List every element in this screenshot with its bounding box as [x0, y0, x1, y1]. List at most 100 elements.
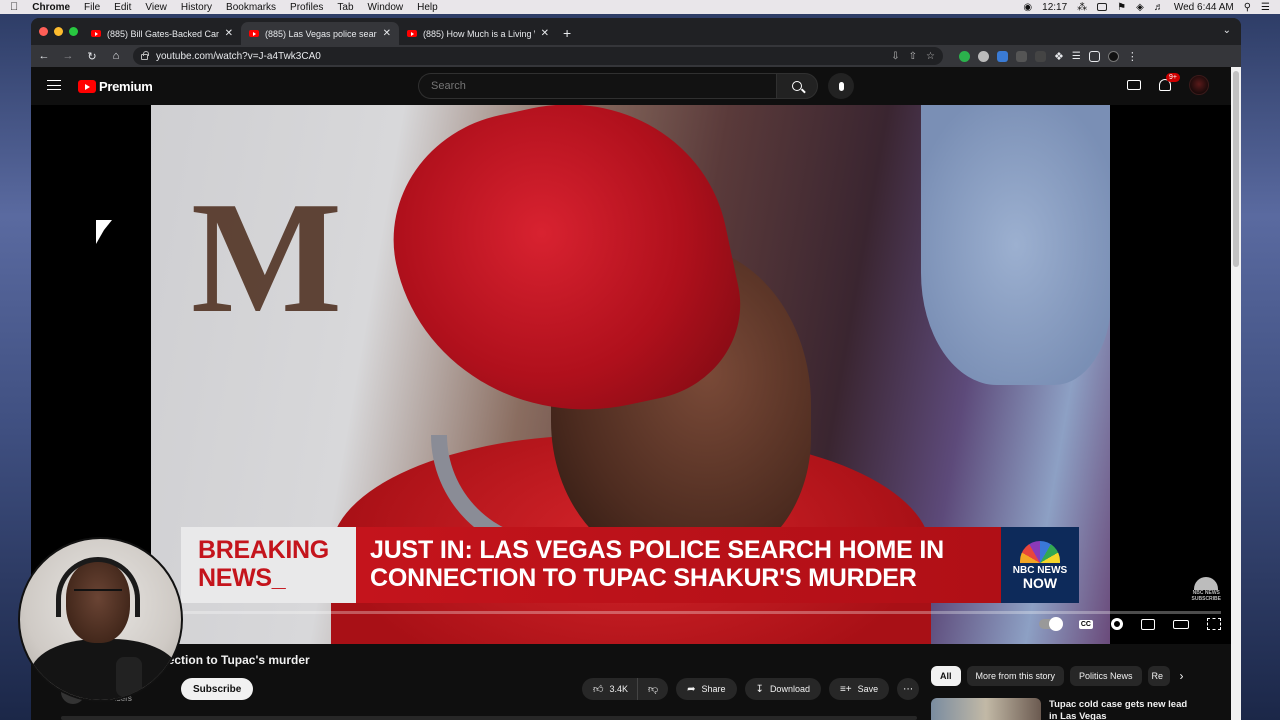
fullscreen-icon[interactable] [1207, 618, 1221, 630]
search-button[interactable] [776, 73, 818, 99]
omnibox-actions: ⇩ ⇧ ☆ [891, 51, 935, 62]
download-icon: ↧ [755, 683, 764, 695]
account-avatar[interactable] [1189, 75, 1209, 95]
record-icon[interactable]: ◉ [1023, 2, 1032, 13]
control-center-icon[interactable]: ☰ [1261, 2, 1270, 13]
blue-extension-icon[interactable] [997, 50, 1008, 62]
save-button[interactable]: ≡+ Save [828, 678, 890, 700]
url-text[interactable]: youtube.com/watch?v=J-a4Twk3CA0 [156, 51, 321, 62]
bluetooth-icon[interactable]: ⁂ [1077, 2, 1087, 13]
breaking-line-2: NEWS_ [198, 564, 286, 592]
menu-view[interactable]: View [145, 2, 167, 13]
chrome-window: (885) Bill Gates-Backed Carbo ✕ (885) La… [31, 18, 1241, 720]
recommendation-title-line-2[interactable]: in Las Vegas [1049, 711, 1199, 720]
spotlight-icon[interactable]: ⚲ [1244, 2, 1251, 13]
grammarly-extension-icon[interactable] [959, 50, 970, 62]
nbc-now: NOW [1022, 574, 1058, 591]
install-icon[interactable]: ⇩ [891, 51, 899, 62]
create-video-icon[interactable] [1127, 80, 1141, 90]
profile-avatar-icon[interactable] [1107, 50, 1119, 62]
search-input[interactable] [418, 73, 776, 99]
volume-icon[interactable]: ♬ [1154, 2, 1164, 13]
pen-extension-icon[interactable] [1016, 50, 1027, 62]
menu-help[interactable]: Help [417, 2, 438, 13]
tab-close-icon[interactable]: ✕ [225, 28, 233, 39]
menu-file[interactable]: File [84, 2, 100, 13]
scrollbar-thumb[interactable] [1233, 71, 1239, 267]
side-panel-icon[interactable] [1088, 50, 1100, 62]
menu-history[interactable]: History [181, 2, 212, 13]
logo-text: Premium [99, 79, 153, 94]
thumbs-up-icon: 👍︎ [593, 684, 604, 695]
background-person [921, 105, 1110, 385]
youtube-premium-logo[interactable]: Premium [78, 79, 153, 94]
keyboard-icon[interactable] [1097, 3, 1108, 11]
reload-button[interactable]: ↻ [85, 50, 99, 63]
chevron-right-icon[interactable]: › [1180, 669, 1184, 683]
flag-icon[interactable]: ⚑ [1117, 2, 1126, 13]
menu-window[interactable]: Window [368, 2, 404, 13]
tab-living-wage[interactable]: (885) How Much is a Living Wa ✕ [399, 22, 557, 45]
chrome-menu-icon[interactable]: ⋮ [1127, 50, 1138, 63]
headline-line-2: CONNECTION TO TUPAC SHAKUR'S MURDER [370, 564, 917, 592]
youtube-favicon-icon [91, 30, 101, 37]
back-button[interactable]: ← [37, 50, 51, 62]
youtube-header: Premium 9+ [31, 67, 1231, 105]
hamburger-menu-icon[interactable] [47, 80, 61, 90]
home-button[interactable]: ⌂ [109, 50, 123, 62]
menu-app-name[interactable]: Chrome [32, 2, 70, 13]
address-bar[interactable]: youtube.com/watch?v=J-a4Twk3CA0 ⇩ ⇧ ☆ [133, 47, 943, 65]
tab-close-icon[interactable]: ✕ [541, 28, 549, 39]
dislike-button[interactable]: 👎︎ [636, 678, 669, 700]
settings-gear-icon[interactable] [1111, 618, 1123, 630]
autoplay-toggle[interactable] [1038, 617, 1063, 631]
wifi-icon[interactable]: ◈ [1136, 2, 1144, 13]
tab-bill-gates[interactable]: (885) Bill Gates-Backed Carbo ✕ [83, 22, 241, 45]
apple-icon[interactable]:  [10, 1, 18, 13]
menu-edit[interactable]: Edit [114, 2, 131, 13]
lock-icon[interactable] [141, 51, 149, 60]
voice-search-button[interactable] [828, 73, 854, 99]
chip-partial[interactable]: Re [1147, 666, 1170, 686]
like-button[interactable]: 👍︎ 3.4K [582, 678, 637, 700]
menu-bookmarks[interactable]: Bookmarks [226, 2, 276, 13]
video-progress-bar[interactable] [181, 611, 1221, 614]
tab-search-chevron-icon[interactable]: ⌄ [1223, 25, 1231, 36]
video-player[interactable]: M BREAKING NEWS_ JUST IN: LAS VEGAS POLI… [31, 105, 1231, 644]
more-actions-button[interactable]: ⋯ [897, 678, 920, 700]
chip-all[interactable]: All [931, 666, 961, 686]
chip-more-from-story[interactable]: More from this story [966, 666, 1065, 686]
menu-profiles[interactable]: Profiles [290, 2, 323, 13]
watermark-peacock-icon [1194, 577, 1219, 590]
background-shirt: M [191, 168, 343, 346]
nbc-news-now-logo: NBC NEWS NOW [1001, 527, 1079, 603]
download-button[interactable]: ↧ Download [744, 678, 821, 700]
close-window-button[interactable] [39, 27, 48, 36]
chip-politics-news[interactable]: Politics News [1070, 666, 1142, 686]
miniplayer-icon[interactable] [1141, 618, 1155, 630]
forward-button[interactable]: → [61, 50, 75, 62]
recommendation-thumbnail[interactable] [931, 698, 1041, 720]
captions-icon[interactable]: CC [1078, 619, 1093, 629]
tab-close-icon[interactable]: ✕ [383, 28, 391, 39]
headline-box: JUST IN: LAS VEGAS POLICE SEARCH HOME IN… [356, 527, 1001, 603]
share-button[interactable]: ➦ Share [676, 678, 737, 700]
reading-list-icon[interactable]: ☰ [1072, 51, 1081, 62]
notifications-bell-icon[interactable]: 9+ [1159, 73, 1180, 91]
share-page-icon[interactable]: ⇧ [909, 51, 917, 62]
tool-extension-icon[interactable] [1035, 50, 1046, 62]
theater-mode-icon[interactable] [1173, 619, 1189, 629]
menu-tab[interactable]: Tab [337, 2, 353, 13]
zoom-window-button[interactable] [69, 27, 78, 36]
puzzle-icon[interactable]: ❖ [1054, 50, 1064, 63]
bookmark-star-icon[interactable]: ☆ [926, 51, 935, 62]
minimize-window-button[interactable] [54, 27, 63, 36]
recommendation-title[interactable]: Tupac cold case gets new lead [1049, 699, 1199, 711]
page-scrollbar[interactable] [1231, 67, 1241, 720]
nbc-watermark[interactable]: NBC NEWS SUBSCRIBE [1192, 577, 1221, 602]
new-tab-button[interactable]: + [563, 25, 571, 41]
description-box-edge[interactable] [61, 716, 917, 720]
tab-las-vegas[interactable]: (885) Las Vegas police search ✕ [241, 22, 399, 45]
subscribe-button[interactable]: Subscribe [181, 678, 254, 700]
profile-extension-icon[interactable] [978, 50, 989, 62]
